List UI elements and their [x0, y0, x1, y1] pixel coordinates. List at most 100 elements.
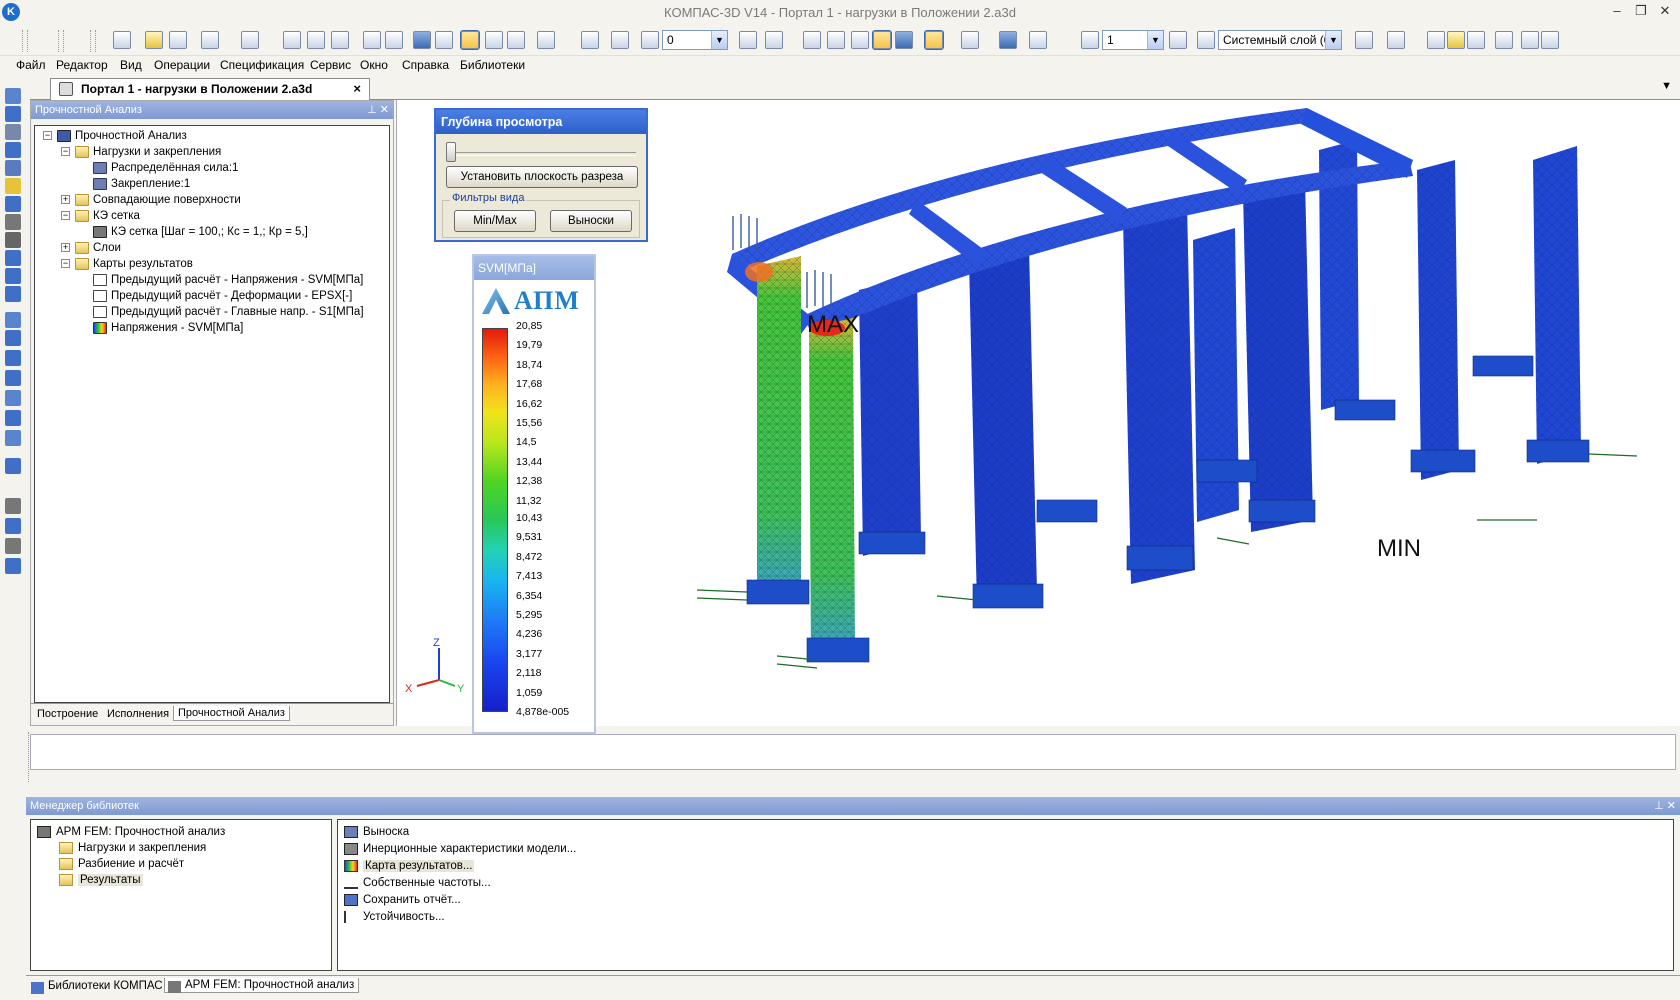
sheet-metal-icon[interactable]	[5, 312, 21, 328]
tree-item-loads[interactable]: − Нагрузки и закрепления	[61, 144, 221, 160]
tree-item-coincident-surfaces[interactable]: + Совпадающие поверхности	[61, 192, 241, 208]
command-item[interactable]: Инерционные характеристики модели...	[344, 841, 576, 857]
panel-pin-close-icons[interactable]: ⊥ ✕	[1654, 797, 1676, 815]
tabs-dropdown-icon[interactable]: ▼	[1661, 80, 1672, 92]
toolbar-grip[interactable]	[90, 30, 96, 52]
filter-icon[interactable]	[5, 196, 21, 212]
tree-item-result-maps[interactable]: − Карты результатов	[61, 256, 193, 272]
document-tab[interactable]: Портал 1 - нагрузки в Положении 2.a3d ×	[50, 78, 370, 100]
command-item[interactable]: Собственные частоты...	[344, 875, 491, 891]
library-folder[interactable]: Разбиение и расчёт	[59, 856, 184, 872]
panel-pin-close-icons[interactable]: ⊥ ✕	[367, 101, 389, 119]
collapse-icon[interactable]: −	[61, 211, 70, 221]
depth-slider-track[interactable]	[446, 152, 636, 156]
select-mode-icon[interactable]	[960, 30, 980, 50]
collapse-icon[interactable]: −	[61, 259, 70, 269]
report-icon[interactable]	[1520, 30, 1540, 50]
save-icon[interactable]	[168, 30, 188, 50]
auxiliary-geometry-icon[interactable]	[5, 178, 21, 194]
param-mode-icon[interactable]	[1028, 30, 1048, 50]
step-combo[interactable]: 1 ▼	[1102, 30, 1164, 50]
tab-executions[interactable]: Исполнения	[103, 707, 173, 721]
diagnostics-icon[interactable]	[5, 268, 21, 284]
depth-slider-thumb[interactable]	[446, 142, 456, 162]
local-cs-icon[interactable]	[1354, 30, 1374, 50]
command-item[interactable]: Выноска	[344, 824, 409, 840]
snap-icon[interactable]	[1080, 30, 1100, 50]
menu-window[interactable]: Окно	[360, 58, 388, 72]
toolbar-grip[interactable]	[58, 30, 64, 52]
shaded-edges-icon[interactable]	[894, 30, 914, 50]
copy-icon[interactable]	[306, 30, 326, 50]
help-pointer-icon[interactable]	[536, 30, 556, 50]
library-root[interactable]: APM FEM: Прочностной анализ	[37, 824, 225, 840]
curves-icon[interactable]	[5, 124, 21, 140]
open-folder-icon[interactable]	[144, 30, 164, 50]
spec-icon[interactable]	[5, 232, 21, 248]
tree-item-distributed-force[interactable]: Распределённая сила:1	[93, 160, 238, 176]
shell-icon[interactable]	[5, 410, 21, 426]
close-button[interactable]: ✕	[1658, 4, 1672, 18]
command-panel[interactable]	[30, 734, 1676, 770]
restore-button[interactable]: ❐	[1634, 4, 1648, 18]
arrays-icon[interactable]	[5, 160, 21, 176]
print-icon[interactable]	[200, 30, 220, 50]
library-folder-selected[interactable]: Результаты	[59, 872, 143, 888]
tab-strength-analysis[interactable]: Прочностной Анализ	[173, 706, 290, 721]
tree-item-root[interactable]: − Прочностной Анализ	[43, 128, 187, 144]
view-tool-icon[interactable]	[1466, 30, 1486, 50]
axis-icon[interactable]	[5, 538, 21, 554]
compact-panel-icon[interactable]	[5, 88, 21, 104]
tree-item-result[interactable]: Предыдущий расчёт - Главные напр. - S1[М…	[93, 304, 364, 320]
expand-icon[interactable]: +	[61, 195, 70, 205]
new-document-icon[interactable]	[112, 30, 132, 50]
rotate-icon[interactable]	[738, 30, 758, 50]
menu-file[interactable]: Файл	[16, 58, 46, 72]
menu-editor[interactable]: Редактор	[56, 58, 108, 72]
minmax-button[interactable]: Min/Max	[454, 210, 536, 232]
toolbar-grip[interactable]	[22, 30, 28, 52]
plane-icon[interactable]	[5, 518, 21, 534]
library-icon[interactable]	[5, 286, 21, 302]
select-filter-icon[interactable]	[924, 30, 944, 50]
set-section-plane-button[interactable]: Установить плоскость разреза	[446, 166, 638, 188]
chevron-down-icon[interactable]: ▼	[1147, 31, 1163, 49]
tree-item-fe-mesh-params[interactable]: КЭ сетка [Шаг = 100,; Кс = 1,; Кр = 5,]	[93, 224, 308, 240]
measure-icon[interactable]	[1386, 30, 1406, 50]
fx-icon[interactable]	[506, 30, 526, 50]
command-item[interactable]: Сохранить отчёт...	[344, 892, 461, 908]
tab-kompas-libraries[interactable]: Библиотеки КОМПАС	[28, 979, 167, 994]
paste-icon[interactable]	[330, 30, 350, 50]
layers-icon[interactable]	[1196, 30, 1216, 50]
library-folder[interactable]: Нагрузки и закрепления	[59, 840, 206, 856]
model-tree-icon[interactable]	[460, 30, 480, 50]
tree-item-result[interactable]: Предыдущий расчёт - Напряжения - SVM[МПа…	[93, 272, 363, 288]
hole-icon[interactable]	[5, 370, 21, 386]
spec-icon[interactable]	[384, 30, 404, 50]
shaded-icon[interactable]	[872, 30, 892, 50]
report-icon[interactable]	[5, 250, 21, 266]
zoom-scale-icon[interactable]	[640, 30, 660, 50]
rib-icon[interactable]	[5, 390, 21, 406]
tab-construction[interactable]: Построение	[33, 707, 102, 721]
tree-item-result-active[interactable]: Напряжения - SVM[МПа]	[93, 320, 243, 336]
close-tab-icon[interactable]: ×	[353, 79, 361, 99]
surfaces-icon[interactable]	[5, 142, 21, 158]
redo-icon[interactable]	[434, 30, 454, 50]
orientation-icon[interactable]	[764, 30, 784, 50]
tab-apm-fem[interactable]: APM FEM: Прочностной анализ	[164, 978, 360, 993]
line-icon[interactable]	[5, 498, 21, 514]
menu-operations[interactable]: Операции	[154, 58, 210, 72]
expand-icon[interactable]: +	[61, 243, 70, 253]
properties-icon[interactable]	[362, 30, 382, 50]
thin-lines-icon[interactable]	[850, 30, 870, 50]
menu-libraries[interactable]: Библиотеки	[460, 58, 525, 72]
wireframe-icon[interactable]	[802, 30, 822, 50]
hidden-lines-icon[interactable]	[826, 30, 846, 50]
bend-icon[interactable]	[5, 330, 21, 346]
cs-icon[interactable]	[5, 558, 21, 574]
layer-combo[interactable]: Системный слой (0; ▼	[1218, 30, 1342, 50]
chevron-down-icon[interactable]: ▼	[711, 31, 727, 49]
chevron-down-icon[interactable]: ▼	[1325, 31, 1341, 49]
cut-icon[interactable]	[282, 30, 302, 50]
